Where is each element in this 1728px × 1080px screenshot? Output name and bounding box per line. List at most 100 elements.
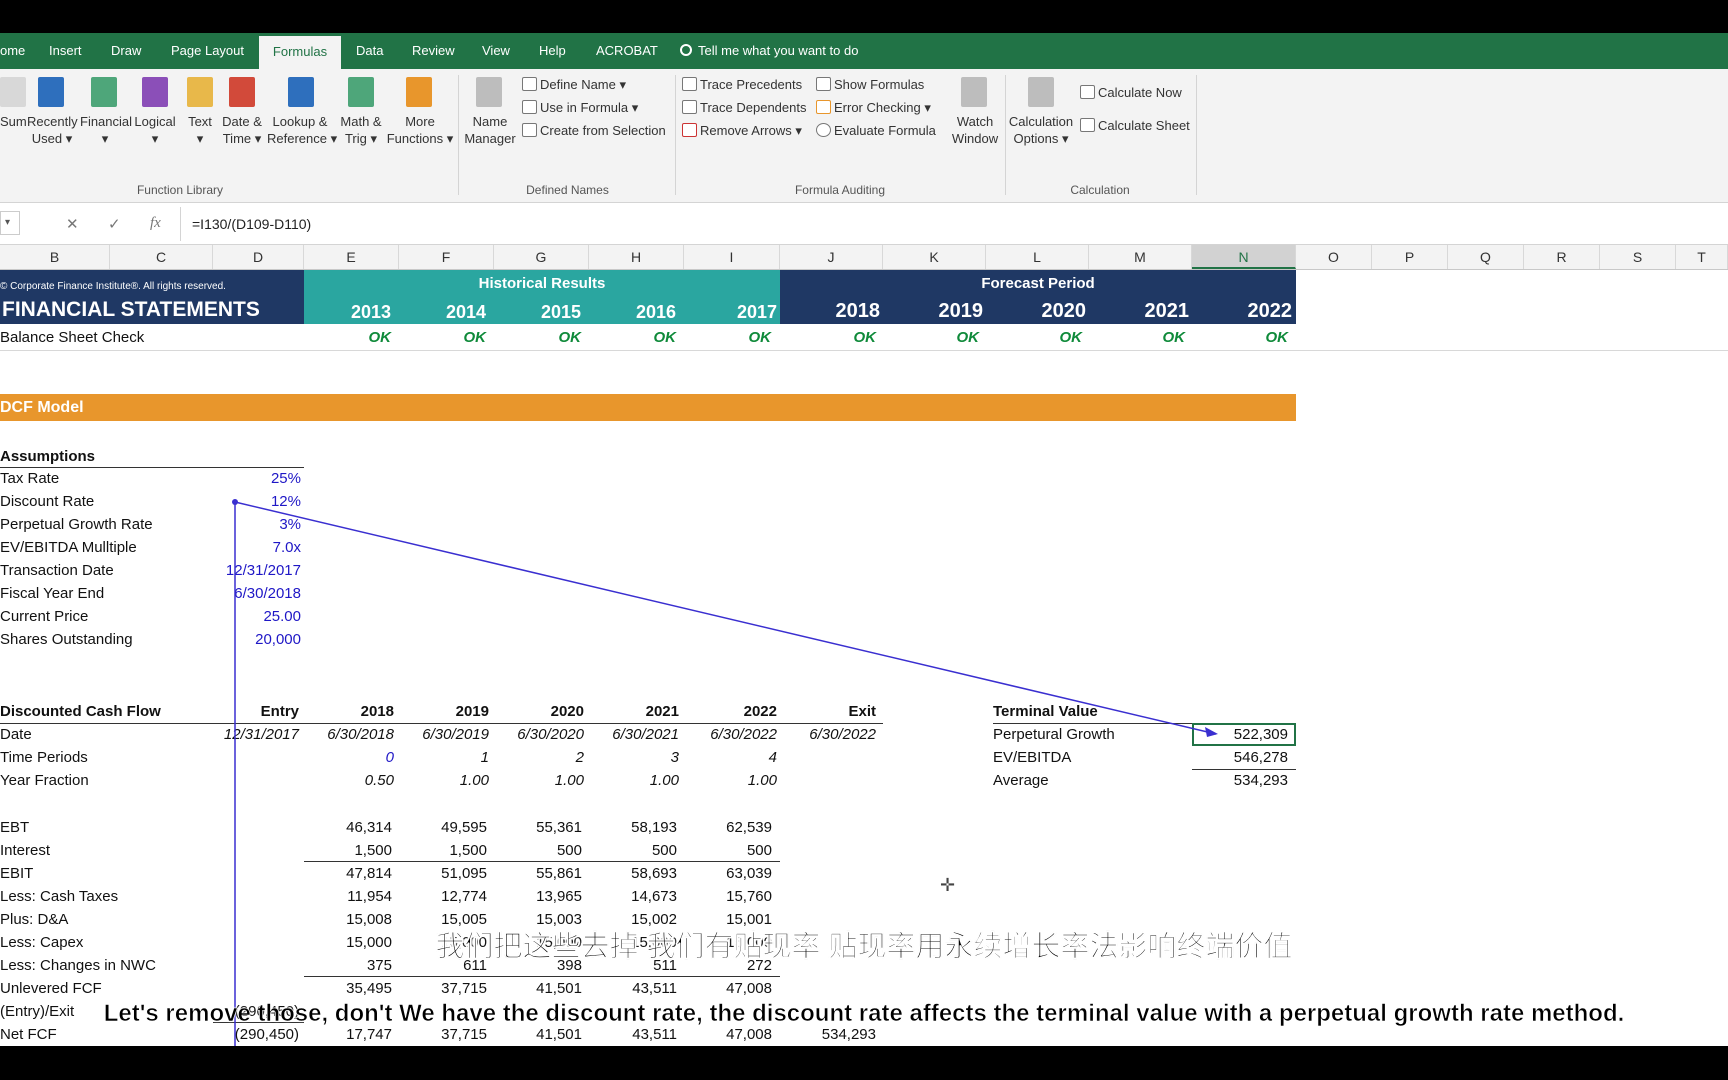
recently-used-button[interactable]: Recently Used ▾ [27,113,78,147]
tab-home[interactable]: ome [0,43,25,58]
column-header-t[interactable]: T [1676,245,1728,269]
tag-icon [522,77,537,91]
date-time-button[interactable]: Date & Time ▾ [220,113,264,147]
cancel-icon[interactable]: ✕ [66,215,79,233]
column-header-h[interactable]: H [589,245,684,269]
financial-icon [91,77,117,107]
cell-cursor-icon: ✛ [940,875,956,895]
remove-arrows-icon [682,123,697,137]
column-header-r[interactable]: R [1524,245,1600,269]
column-header-f[interactable]: F [399,245,494,269]
tab-draw[interactable]: Draw [111,43,141,58]
column-header-i[interactable]: I [684,245,780,269]
tab-data[interactable]: Data [356,43,383,58]
formula-text: =I130/(D109-D110) [192,216,312,232]
calculator-icon [1080,85,1095,99]
magnifier-icon [288,77,314,107]
name-manager-button[interactable]: Name Manager [462,113,518,147]
column-header-n[interactable]: N [1192,245,1296,269]
chevron-down-icon: ▾ [5,217,11,228]
more-functions-button[interactable]: More Functions ▾ [385,113,455,147]
column-header-p[interactable]: P [1372,245,1448,269]
defined-names-group-label: Defined Names [526,183,609,197]
logical-button[interactable]: Logical ▾ [132,113,178,147]
trace-dependents-icon [682,100,697,114]
trace-arrow-head [1205,727,1218,737]
column-header-c[interactable]: C [110,245,213,269]
tell-me-search[interactable]: Tell me what you want to do [680,43,858,58]
column-header-o[interactable]: O [1296,245,1372,269]
watch-window-button[interactable]: Watch Window [948,113,1002,147]
theta-icon [348,77,374,107]
calculation-options-button[interactable]: Calculation Options ▾ [1008,113,1074,147]
formula-input[interactable] [180,207,1728,241]
name-box[interactable]: ▾ [0,211,20,235]
calculation-group-label: Calculation [1070,183,1130,197]
define-name-button[interactable]: Define Name ▾ [522,77,626,93]
group-separator [1196,75,1197,195]
remove-arrows-button[interactable]: Remove Arrows ▾ [682,123,802,139]
group-separator [1005,75,1006,195]
tab-acrobat[interactable]: ACROBAT [596,43,658,58]
trace-dependents-button[interactable]: Trace Dependents [682,100,806,115]
trace-precedents-icon [682,77,697,91]
group-separator [675,75,676,195]
column-header-j[interactable]: J [780,245,883,269]
tab-help[interactable]: Help [539,43,566,58]
tab-view[interactable]: View [482,43,510,58]
column-header-l[interactable]: L [986,245,1089,269]
tab-insert[interactable]: Insert [49,43,82,58]
excel-window: ome Insert Draw Page Layout Formulas Dat… [0,33,1728,1046]
insert-function-icon[interactable]: fx [150,215,161,232]
tab-page-layout[interactable]: Page Layout [171,43,244,58]
show-formulas-button[interactable]: Show Formulas [816,77,924,92]
column-header-g[interactable]: G [494,245,589,269]
column-header-q[interactable]: Q [1448,245,1524,269]
calculator-icon [1028,77,1054,107]
show-formulas-icon [816,77,831,91]
trace-precedents-button[interactable]: Trace Precedents [682,77,802,92]
chinese-subtitle: 我们把这些去掉 我们有贴现率 贴现率用永续增长率法影响终端价值 [435,931,1293,964]
math-trig-button[interactable]: Math & Trig ▾ [336,113,386,147]
glasses-icon [961,77,987,107]
column-header-d[interactable]: D [213,245,304,269]
column-header-k[interactable]: K [883,245,986,269]
calendar-icon [229,77,255,107]
evaluate-formula-button[interactable]: Evaluate Formula [816,123,936,138]
column-headers: B C D E F G H I J K L M N O P Q R S T [0,245,1728,270]
text-icon [187,77,213,107]
table-icon [522,123,537,137]
error-checking-button[interactable]: Error Checking ▾ [816,100,931,116]
group-separator [458,75,459,195]
warning-icon [816,100,831,114]
tab-review[interactable]: Review [412,43,455,58]
column-header-e[interactable]: E [304,245,399,269]
star-icon [38,77,64,107]
english-subtitle: Let's remove those, don't We have the di… [103,1000,1625,1028]
name-manager-icon [476,77,502,107]
autosum-icon [0,77,26,107]
financial-button[interactable]: Financial ▾ [80,113,132,147]
column-header-m[interactable]: M [1089,245,1192,269]
logical-icon [142,77,168,107]
text-button[interactable]: Text ▾ [182,113,218,147]
column-header-b[interactable]: B [0,245,110,269]
formula-auditing-group-label: Formula Auditing [794,183,886,197]
more-functions-icon [406,77,432,107]
trace-arrow-line [234,501,1217,735]
formulas-ribbon: Sum Recently Used ▾ Financial ▾ Logical ▾ T… [0,69,1728,203]
enter-icon[interactable]: ✓ [108,215,121,233]
calculate-sheet-button[interactable]: Calculate Sheet [1080,118,1190,133]
tab-formulas[interactable]: Formulas [259,36,341,69]
create-from-selection-button[interactable]: Create from Selection [522,123,666,138]
use-in-formula-button[interactable]: Use in Formula ▾ [522,100,638,116]
ribbon-tab-bar: ome Insert Draw Page Layout Formulas Dat… [0,33,1728,69]
calculate-now-button[interactable]: Calculate Now [1080,85,1182,100]
autosum-button[interactable]: Sum [0,113,27,130]
function-library-group-label: Function Library [136,183,224,197]
lightbulb-icon [680,44,692,56]
evaluate-formula-icon [816,123,831,137]
column-header-s[interactable]: S [1600,245,1676,269]
lookup-reference-button[interactable]: Lookup & Reference ▾ [267,113,337,147]
calculator-icon [1080,118,1095,132]
